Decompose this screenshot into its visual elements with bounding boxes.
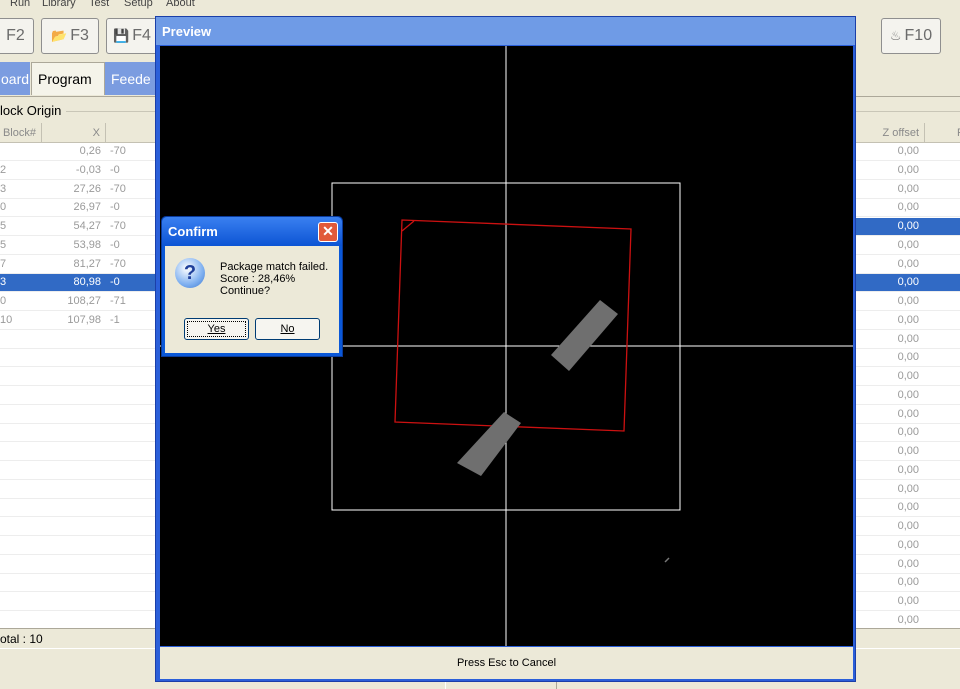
cell-z: 0,00 (897, 313, 919, 326)
cell-y: -1 (110, 313, 120, 326)
cell-z: 0,00 (897, 520, 919, 532)
f10-button[interactable]: ♨ F10 (881, 18, 941, 54)
cell-x: 107,98 (67, 313, 101, 326)
component-pad-right (551, 300, 618, 371)
cell-x: 80,98 (73, 276, 101, 289)
cell-y: -70 (110, 182, 126, 195)
tab-feeder[interactable]: Feede (105, 62, 160, 95)
cell-x: -0,03 (75, 163, 101, 176)
cell-z: 0,00 (897, 145, 919, 157)
yes-button[interactable]: Yes (184, 318, 249, 340)
cell-z: 0,00 (897, 332, 919, 345)
cell-y: -71 (110, 295, 126, 307)
package-orientation-mark (401, 220, 415, 232)
header-y[interactable] (106, 123, 162, 143)
cell-block: 0 (0, 201, 7, 214)
cell-block: 3 (0, 276, 7, 289)
cell-y: -70 (110, 145, 126, 157)
confirm-dialog: Confirm ✕ ? Package match failed. Score … (161, 216, 343, 357)
menu-setup[interactable]: Setup (124, 0, 153, 9)
cell-z: 0,00 (897, 445, 919, 457)
cell-y: -0 (110, 201, 120, 214)
header-z-offset[interactable]: Z offset (855, 123, 925, 143)
f3-button[interactable]: 📂 F3 (41, 18, 99, 54)
cell-y: -70 (110, 220, 126, 232)
cell-block: 0 (0, 295, 7, 307)
cell-z: 0,00 (897, 276, 919, 289)
menu-about[interactable]: About (166, 0, 195, 9)
cell-block: 10 (0, 313, 13, 326)
menu-test[interactable]: Test (89, 0, 109, 9)
confirm-message: Package match failed. Score : 28,46% Con… (220, 261, 329, 297)
cell-z: 0,00 (897, 182, 919, 195)
cell-z: 0,00 (897, 482, 919, 495)
header-block[interactable]: Block# (0, 123, 42, 143)
confirm-body: ? Package match failed. Score : 28,46% C… (165, 246, 339, 353)
cell-y: -0 (110, 238, 120, 251)
cell-block: 7 (0, 257, 7, 270)
cell-y: -70 (110, 257, 126, 270)
no-button[interactable]: No (255, 318, 320, 340)
cell-z: 0,00 (897, 426, 919, 439)
cell-z: 0,00 (897, 351, 919, 364)
cell-block: 3 (0, 182, 7, 195)
save-disk-icon: 💾 (113, 28, 130, 43)
cell-z: 0,00 (897, 370, 919, 382)
cell-x: 53,98 (73, 238, 101, 251)
preview-footer: Press Esc to Cancel (160, 647, 853, 679)
cell-block: 5 (0, 238, 7, 251)
cell-x: 0,26 (79, 145, 101, 157)
cell-y: -0 (110, 163, 120, 176)
cell-z: 0,00 (897, 238, 919, 251)
cell-x: 81,27 (73, 257, 101, 270)
cell-x: 54,27 (73, 220, 101, 232)
speck (664, 557, 670, 563)
preview-title[interactable]: Preview (156, 17, 855, 45)
cell-z: 0,00 (897, 463, 919, 476)
cell-x: 26,97 (73, 201, 101, 214)
f2-button[interactable]: F2 (0, 18, 34, 54)
cell-z: 0,00 (897, 407, 919, 420)
confirm-title[interactable]: Confirm (162, 217, 342, 246)
total-count: otal : 10 (0, 632, 43, 646)
cell-z: 0,00 (897, 220, 919, 232)
run-icon: ♨ (889, 28, 902, 43)
cell-z: 0,00 (897, 595, 919, 607)
cell-z: 0,00 (897, 388, 919, 401)
question-icon: ? (175, 258, 205, 288)
menu-library[interactable]: Library (42, 0, 76, 9)
cell-block: 5 (0, 220, 7, 232)
component-pad-left (457, 412, 521, 476)
f4-button[interactable]: 💾 F4 (106, 18, 158, 54)
header-x[interactable]: X (42, 123, 106, 143)
cell-z: 0,00 (897, 257, 919, 270)
tab-program[interactable]: Program (31, 62, 105, 95)
cell-z: 0,00 (897, 538, 919, 551)
cell-z: 0,00 (897, 576, 919, 589)
cell-x: 108,27 (67, 295, 101, 307)
block-origin-label: lock Origin (0, 103, 65, 118)
cell-z: 0,00 (897, 201, 919, 214)
cell-block: 2 (0, 163, 7, 176)
tab-board[interactable]: oard (0, 62, 30, 95)
cell-z: 0,00 (897, 163, 919, 176)
cell-y: -0 (110, 276, 120, 289)
cell-x: 27,26 (73, 182, 101, 195)
menu-run[interactable]: Run (10, 0, 30, 9)
cell-z: 0,00 (897, 295, 919, 307)
cell-z: 0,00 (897, 501, 919, 514)
cell-z: 0,00 (897, 613, 919, 626)
header-rotation[interactable]: Ro (925, 123, 960, 143)
menu-bar: Run Library Test Setup About (0, 0, 960, 12)
close-icon[interactable]: ✕ (318, 222, 338, 242)
open-folder-icon: 📂 (51, 28, 68, 43)
cell-z: 0,00 (897, 557, 919, 570)
